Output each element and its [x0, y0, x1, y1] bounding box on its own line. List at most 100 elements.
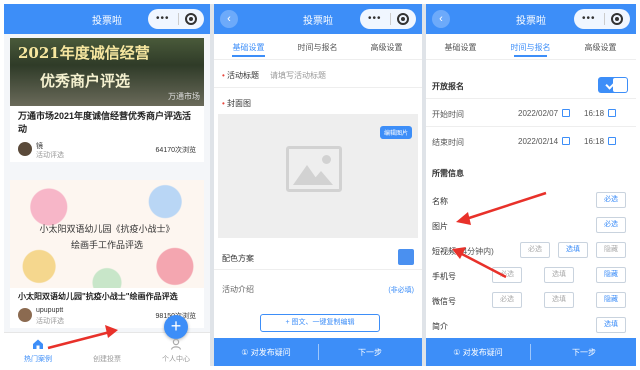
poster-line: 绘画手工作品评选	[70, 241, 143, 251]
publish-question-button[interactable]: ① 对发布疑问	[426, 347, 530, 358]
case-poster: 2021年度诚信经营 优秀商户评选 万通市场	[10, 38, 204, 106]
date-value: 2022/02/07	[518, 109, 559, 118]
tab-time-signup[interactable]: 时间与报名	[283, 42, 352, 53]
settings-tabs: 基础设置 时间与报名 高级设置	[426, 34, 636, 60]
cover-row: • 封面图	[214, 88, 422, 114]
end-date-picker[interactable]: 2022/02/14	[518, 137, 571, 146]
panel-basic-settings: ‹ 投票啦 ••• 基础设置 时间与报名 高级设置 • 活动标题 请填写活动标题…	[214, 4, 422, 366]
top-bar: ‹ 投票啦 •••	[426, 4, 636, 34]
end-time-row: 结束时间 2022/02/14 16:18	[426, 128, 636, 154]
calendar-icon	[608, 109, 617, 117]
intro-label: 活动介绍	[222, 285, 254, 294]
more-icon[interactable]: •••	[368, 13, 382, 25]
start-time-row: 开始时间 2022/02/07 16:18	[426, 100, 636, 126]
option-optional[interactable]: 选填	[558, 242, 588, 258]
view-count: 64170次浏览	[155, 147, 196, 154]
bottom-action-bar: ① 对发布疑问 下一步	[426, 338, 636, 366]
close-mini-program-icon[interactable]	[611, 13, 623, 25]
mini-program-capsule[interactable]: •••	[148, 9, 204, 29]
calendar-icon	[562, 109, 571, 117]
activity-title-input[interactable]: 请填写活动标题	[270, 70, 326, 81]
poster-tag: 万通市场	[168, 92, 200, 101]
field-label: 简介	[432, 322, 448, 331]
intro-optional: (非必填)	[388, 287, 414, 294]
tab-label: 个人中心	[162, 356, 190, 363]
option-optional[interactable]: 选填	[544, 292, 574, 308]
add-rich-content-button[interactable]: + 图文、一键复制编辑	[260, 314, 380, 332]
case-poster: 小太阳双语幼儿园《抗疫小战士》 绘画手工作品评选	[10, 180, 204, 288]
screenshot-collage: 投票啦 ••• 2021年度诚信经营 优秀商户评选 万通市场 万通市场2021年…	[0, 0, 640, 370]
tab-label: 创建投票	[93, 356, 121, 363]
capsule-divider	[604, 13, 605, 25]
required-info-title: 所需信息	[432, 169, 464, 178]
cover-label: • 封面图	[222, 99, 252, 108]
end-time-label: 结束时间	[432, 138, 464, 147]
publish-question-button[interactable]: ① 对发布疑问	[214, 347, 318, 358]
annotation-arrow	[452, 191, 547, 279]
capsule-divider	[178, 13, 179, 25]
color-swatch[interactable]	[398, 249, 414, 265]
open-signup-toggle[interactable]	[598, 77, 628, 93]
image-icon	[286, 146, 342, 192]
divider	[426, 126, 636, 127]
tab-advanced-settings[interactable]: 高级设置	[566, 42, 635, 53]
avatar	[18, 142, 32, 156]
mini-program-capsule[interactable]: •••	[360, 9, 416, 29]
open-signup-label: 开放报名	[432, 82, 464, 91]
time-value: 16:18	[584, 137, 605, 146]
poster-line: 优秀商户评选	[40, 72, 131, 90]
start-time-picker[interactable]: 16:18	[584, 109, 617, 118]
open-signup-row: 开放报名	[426, 72, 636, 98]
calendar-icon	[608, 137, 617, 145]
edit-image-button[interactable]: 编辑图片	[379, 126, 412, 139]
avatar	[18, 308, 32, 322]
tab-label: 热门案例	[24, 356, 52, 363]
option-hidden[interactable]: 隐藏	[596, 292, 626, 308]
home-icon	[33, 339, 43, 349]
tab-basic-settings[interactable]: 基础设置	[214, 42, 283, 57]
option-required[interactable]: 必选	[596, 217, 626, 233]
annotation-arrow	[47, 325, 118, 350]
start-date-picker[interactable]: 2022/02/07	[518, 109, 571, 118]
next-step-button[interactable]: 下一步	[318, 347, 422, 358]
bottom-action-bar: ① 对发布疑问 下一步	[214, 338, 422, 366]
case-subtitle: 活动评选	[36, 152, 64, 159]
divider	[426, 98, 636, 99]
more-icon[interactable]: •••	[156, 13, 170, 25]
close-mini-program-icon[interactable]	[185, 13, 197, 25]
date-value: 2022/02/14	[518, 137, 559, 146]
tab-time-signup[interactable]: 时间与报名	[496, 42, 565, 57]
end-time-picker[interactable]: 16:18	[584, 137, 617, 146]
capsule-divider	[390, 13, 391, 25]
panel-time-signup: ‹ 投票啦 ••• 基础设置 时间与报名 高级设置 开放报名 开始时间 2022…	[426, 4, 636, 366]
label-text: 封面图	[227, 99, 252, 108]
case-title: 万通市场2021年度诚信经营优秀商户评选活动	[18, 111, 192, 134]
case-card[interactable]: 2021年度诚信经营 优秀商户评选 万通市场 万通市场2021年度诚信经营优秀商…	[10, 38, 204, 162]
cover-image-placeholder[interactable]: 编辑图片	[218, 114, 418, 238]
activity-title-label: • 活动标题	[222, 71, 260, 80]
intro-row: 活动介绍 (非必填)	[214, 276, 422, 300]
poster-line: 2021年度诚信经营	[18, 44, 150, 62]
option-required[interactable]: 必选	[492, 292, 522, 308]
color-scheme-label: 配色方案	[222, 254, 254, 263]
settings-tabs: 基础设置 时间与报名 高级设置	[214, 34, 422, 60]
option-optional[interactable]: 选填	[596, 317, 626, 333]
color-scheme-row: 配色方案	[214, 244, 422, 270]
option-hidden[interactable]: 隐藏	[596, 267, 626, 283]
top-bar: 投票啦 •••	[4, 4, 210, 34]
more-icon[interactable]: •••	[582, 13, 596, 25]
option-required[interactable]: 必选	[596, 192, 626, 208]
activity-title-row: • 活动标题 请填写活动标题	[214, 60, 422, 88]
bar-divider	[530, 344, 531, 360]
next-step-button[interactable]: 下一步	[532, 347, 636, 358]
option-hidden[interactable]: 隐藏	[596, 242, 626, 258]
panel-hot-cases: 投票啦 ••• 2021年度诚信经营 优秀商户评选 万通市场 万通市场2021年…	[4, 4, 210, 366]
start-time-label: 开始时间	[432, 110, 464, 119]
top-bar: ‹ 投票啦 •••	[214, 4, 422, 34]
tab-advanced-settings[interactable]: 高级设置	[352, 42, 421, 53]
tab-basic-settings[interactable]: 基础设置	[426, 42, 495, 53]
toggle-knob	[613, 78, 627, 92]
tab-personal-center[interactable]: 个人中心	[142, 333, 210, 366]
mini-program-capsule[interactable]: •••	[574, 9, 630, 29]
close-mini-program-icon[interactable]	[397, 13, 409, 25]
